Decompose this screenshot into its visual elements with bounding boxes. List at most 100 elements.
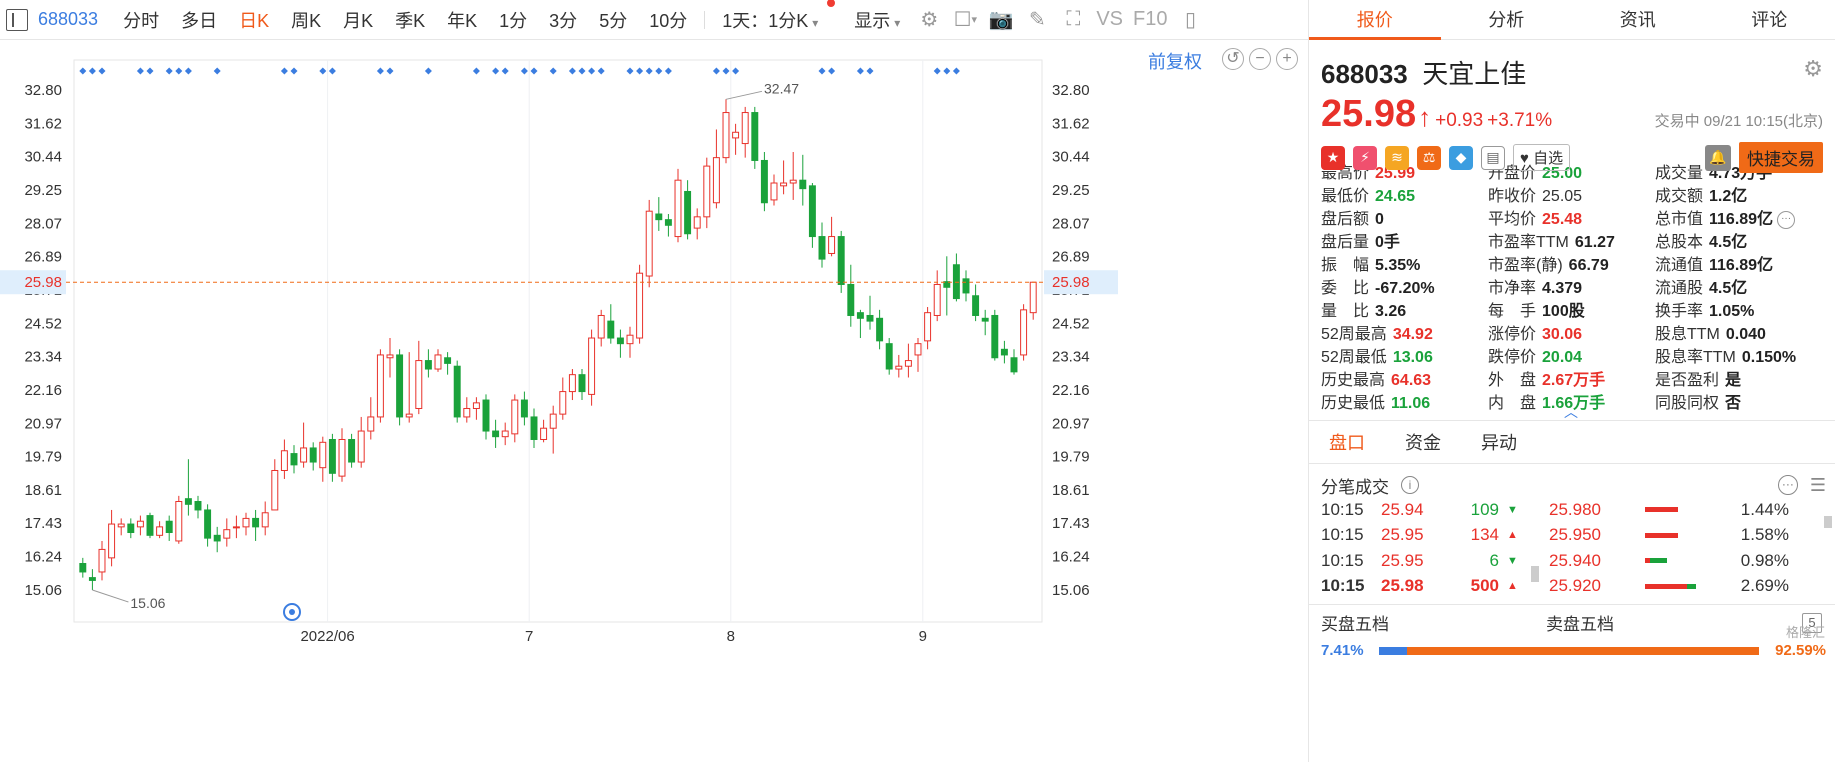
reset-icon[interactable]: ↺	[1222, 48, 1244, 70]
info-icon[interactable]: i	[1401, 476, 1419, 494]
event-marker	[175, 67, 183, 75]
tick-time: 10:15	[1321, 499, 1364, 519]
stat-item: 换手率 1.05%	[1655, 300, 1825, 323]
chevron-down-icon: ▾	[894, 15, 901, 30]
stat-value: 34.92	[1392, 326, 1433, 343]
panel-toggle-icon[interactable]: ▯	[1172, 5, 1208, 35]
tag-icon[interactable]: ◆	[1449, 145, 1473, 170]
candle-body	[645, 210, 653, 277]
candle-body	[808, 185, 816, 238]
candle-body	[204, 509, 212, 539]
gear-icon[interactable]: ⚙	[1803, 56, 1823, 82]
stat-item: 每 手 100股	[1488, 300, 1655, 323]
coins-icon[interactable]: ≋	[1385, 145, 1409, 170]
tab-comments[interactable]: 评论	[1704, 0, 1835, 39]
f10-button[interactable]: F10	[1128, 8, 1172, 31]
period-weekly-k[interactable]: 周K	[280, 7, 332, 33]
period-multi-day[interactable]: 多日	[170, 7, 228, 33]
period-3min[interactable]: 3分	[538, 7, 588, 33]
document-icon[interactable]: ▤	[1481, 145, 1505, 170]
period-10min[interactable]: 10分	[638, 7, 698, 33]
candle-body	[280, 450, 288, 471]
period-yearly-k[interactable]: 年K	[436, 7, 488, 33]
toolbar-divider	[704, 10, 706, 29]
scale-icon[interactable]: ⚖	[1417, 145, 1441, 170]
depth-row: 25.980 1.44%	[1549, 497, 1809, 523]
sidebar-toggle-icon[interactable]	[6, 8, 28, 31]
period-daily-k[interactable]: 日K	[228, 7, 280, 33]
more-icon[interactable]: ···	[1777, 210, 1796, 229]
y-tick-label-right: 18.61	[1052, 482, 1090, 499]
zoom-out-icon[interactable]: −	[1249, 48, 1271, 70]
event-marker	[943, 67, 951, 75]
subtab-alerts[interactable]: 异动	[1481, 421, 1517, 463]
depth-bar	[1645, 558, 1705, 564]
candle-body	[626, 334, 634, 345]
add-watchlist-button[interactable]: ♥ 自选	[1513, 144, 1571, 171]
candle-body	[751, 112, 759, 161]
overlay-box-icon[interactable]: ☐ ▾	[947, 5, 983, 35]
interval-dropdown[interactable]: 1天：1分K ▾	[711, 0, 836, 33]
period-quarterly-k[interactable]: 季K	[384, 7, 436, 33]
depth-bar-red	[1645, 507, 1678, 513]
pencil-icon[interactable]: ✎	[1019, 5, 1055, 35]
period-5min[interactable]: 5分	[588, 7, 638, 33]
period-1min[interactable]: 1分	[488, 7, 538, 33]
toolbar-stock-code[interactable]: 688033	[38, 9, 98, 30]
tick-time: 10:15	[1321, 525, 1364, 545]
bell-icon[interactable]: 🔔	[1705, 144, 1731, 171]
candlestick-chart-svg[interactable]: 2022/06 7 8 9 32.80 32.80 31.62 31.62 30.44 30.44…	[0, 40, 1308, 762]
tab-news[interactable]: 资讯	[1572, 0, 1704, 39]
candle-body	[396, 354, 404, 418]
depth-row: 25.920 2.69%	[1549, 574, 1809, 600]
list-icon[interactable]: ☰	[1810, 475, 1826, 496]
event-marker	[655, 67, 663, 75]
stat-item: 振 幅 5.35%	[1321, 254, 1488, 277]
settings-gear-icon[interactable]: ⚙	[911, 5, 947, 35]
collapse-caret-icon[interactable]: ︿	[1564, 402, 1578, 422]
vs-compare-button[interactable]: VS	[1091, 8, 1128, 31]
candle-body	[242, 517, 250, 528]
tab-analysis[interactable]: 分析	[1441, 0, 1573, 39]
zoom-in-icon[interactable]: +	[1276, 48, 1298, 70]
stat-item: 流通值 116.89亿	[1655, 254, 1825, 277]
camera-icon[interactable]: 📷	[983, 5, 1019, 35]
display-dropdown[interactable]: 显示 ▾	[843, 7, 911, 33]
candle-body	[856, 312, 864, 319]
stat-value: 否	[1725, 395, 1742, 412]
adjust-mode-button[interactable]: 前复权	[1148, 48, 1202, 74]
candle-body	[444, 357, 452, 364]
tick-header: 分笔成交 i ··· ☰	[1321, 470, 1826, 500]
candle-body	[424, 360, 432, 370]
depth-scrollbar[interactable]	[1824, 516, 1832, 528]
quick-trade-button[interactable]: 快捷交易	[1739, 142, 1823, 173]
stat-item: 量 比 3.26	[1321, 300, 1488, 323]
tick-scrollbar[interactable]	[1531, 566, 1539, 582]
candle-body	[136, 520, 144, 528]
stats-grid: 最高价 25.99 开盘价 25.00 成交量 4.73万手 最低价 24.65 昨收价 25.0…	[1309, 160, 1835, 415]
stat-label: 总市值	[1655, 211, 1704, 228]
candle-body	[415, 360, 423, 409]
more-icon[interactable]: ···	[1777, 475, 1798, 495]
candle-body	[732, 131, 740, 139]
period-intraday[interactable]: 分时	[112, 7, 170, 33]
y-tick-label-right: 30.44	[1052, 149, 1090, 166]
fullscreen-icon[interactable]: ⛶	[1055, 5, 1091, 35]
kline-chart[interactable]: 2022/06 7 8 9 32.80 32.80 31.62 31.62 30.44 30.44…	[0, 40, 1308, 762]
stat-label: 内 盘	[1488, 395, 1537, 412]
subtab-fund[interactable]: 资金	[1405, 421, 1441, 463]
stat-label: 量 比	[1321, 303, 1370, 320]
tick-price: 25.95	[1381, 550, 1424, 570]
lightning-icon[interactable]: ⚡	[1353, 145, 1377, 170]
subtab-orderbook[interactable]: 盘口	[1329, 421, 1365, 463]
stat-value: 25.05	[1542, 188, 1583, 205]
candle-body	[607, 320, 615, 339]
candle-body	[549, 413, 557, 429]
candle-body	[338, 438, 346, 477]
candle-body	[664, 219, 672, 226]
stat-label: 跌停价	[1488, 349, 1537, 366]
event-marker	[280, 67, 288, 75]
candle-body	[914, 343, 922, 356]
tab-quote[interactable]: 报价	[1309, 0, 1441, 40]
period-monthly-k[interactable]: 月K	[332, 7, 384, 33]
